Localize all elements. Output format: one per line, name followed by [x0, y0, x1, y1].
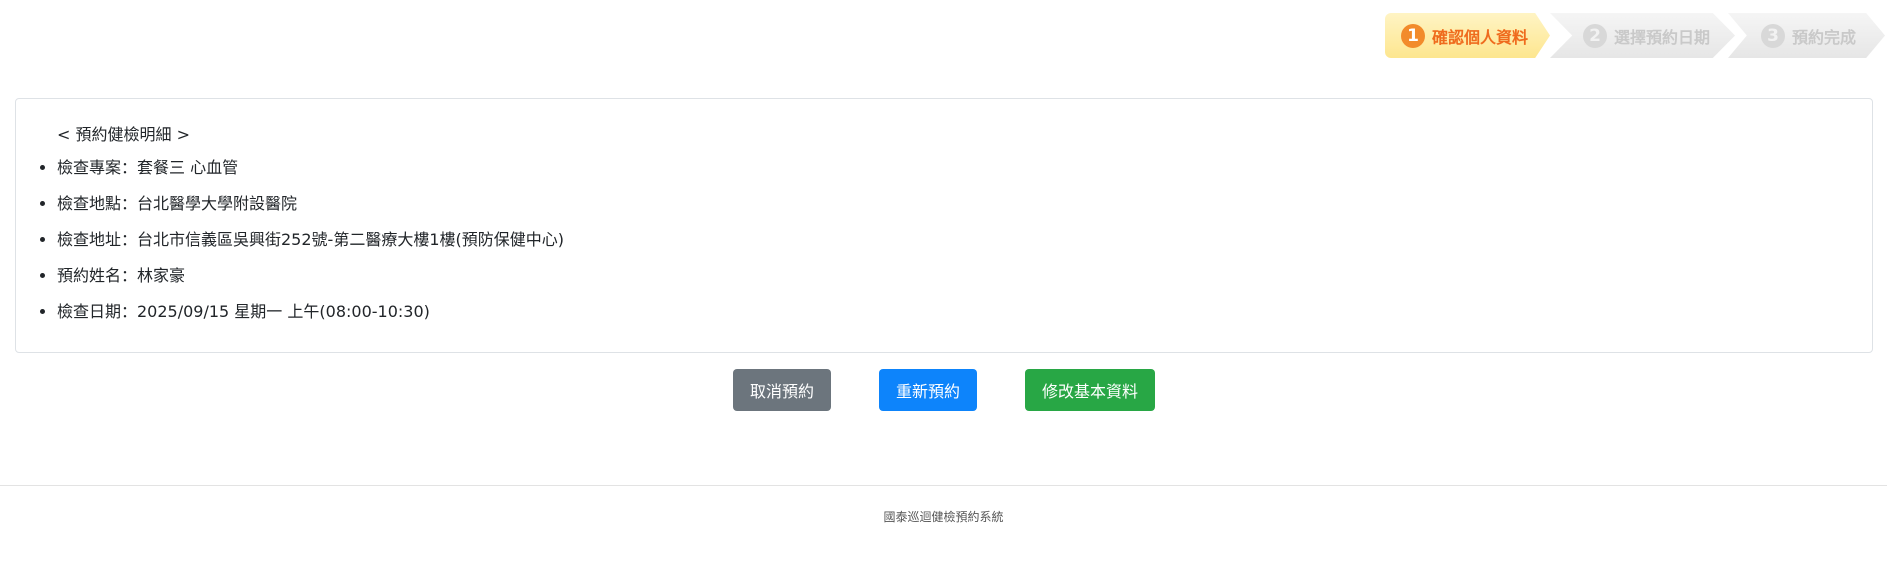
- detail-list: 檢查專案：套餐三 心血管 檢查地點：台北醫學大學附設醫院 檢查地址：台北市信義區…: [16, 157, 564, 337]
- detail-item-address: 檢查地址：台北市信義區吳興街252號-第二醫療大樓1樓(預防保健中心): [57, 229, 564, 265]
- step-label: 預約完成: [1792, 27, 1857, 47]
- step-label: 選擇預約日期: [1614, 27, 1711, 47]
- rebook-button[interactable]: 重新預約: [879, 369, 977, 411]
- detail-item-date: 檢查日期：2025/09/15 星期一 上午(08:00-10:30): [57, 301, 564, 337]
- appointment-detail-card: < 預約健檢明細 > 檢查專案：套餐三 心血管 檢查地點：台北醫學大學附設醫院 …: [15, 98, 1873, 353]
- step-number-badge: 3: [1761, 23, 1785, 48]
- step-select-date: 2 選擇預約日期: [1550, 13, 1735, 58]
- step-confirm-info: 1 確認個人資料: [1385, 13, 1550, 58]
- detail-item-location: 檢查地點：台北醫學大學附設醫院: [57, 193, 564, 229]
- footer-text: 國泰巡迴健檢預約系統: [883, 510, 1004, 524]
- step-complete: 3 預約完成: [1728, 13, 1885, 58]
- footer-divider: [0, 485, 1887, 486]
- progress-steps: 1 確認個人資料 2 選擇預約日期 3 預約完成: [1385, 13, 1885, 58]
- page: 1 確認個人資料 2 選擇預約日期 3 預約完成 < 預約健檢明細 > 檢查專案…: [0, 0, 1887, 569]
- step-label: 確認個人資料: [1432, 27, 1529, 47]
- edit-profile-button[interactable]: 修改基本資料: [1025, 369, 1155, 411]
- cancel-appointment-button[interactable]: 取消預約: [733, 369, 831, 411]
- step-number-badge: 2: [1583, 23, 1607, 48]
- detail-item-name: 預約姓名：林家豪: [57, 265, 564, 301]
- detail-item-package: 檢查專案：套餐三 心血管: [57, 157, 564, 193]
- card-title: < 預約健檢明細 >: [57, 125, 190, 144]
- step-number-badge: 1: [1401, 23, 1425, 48]
